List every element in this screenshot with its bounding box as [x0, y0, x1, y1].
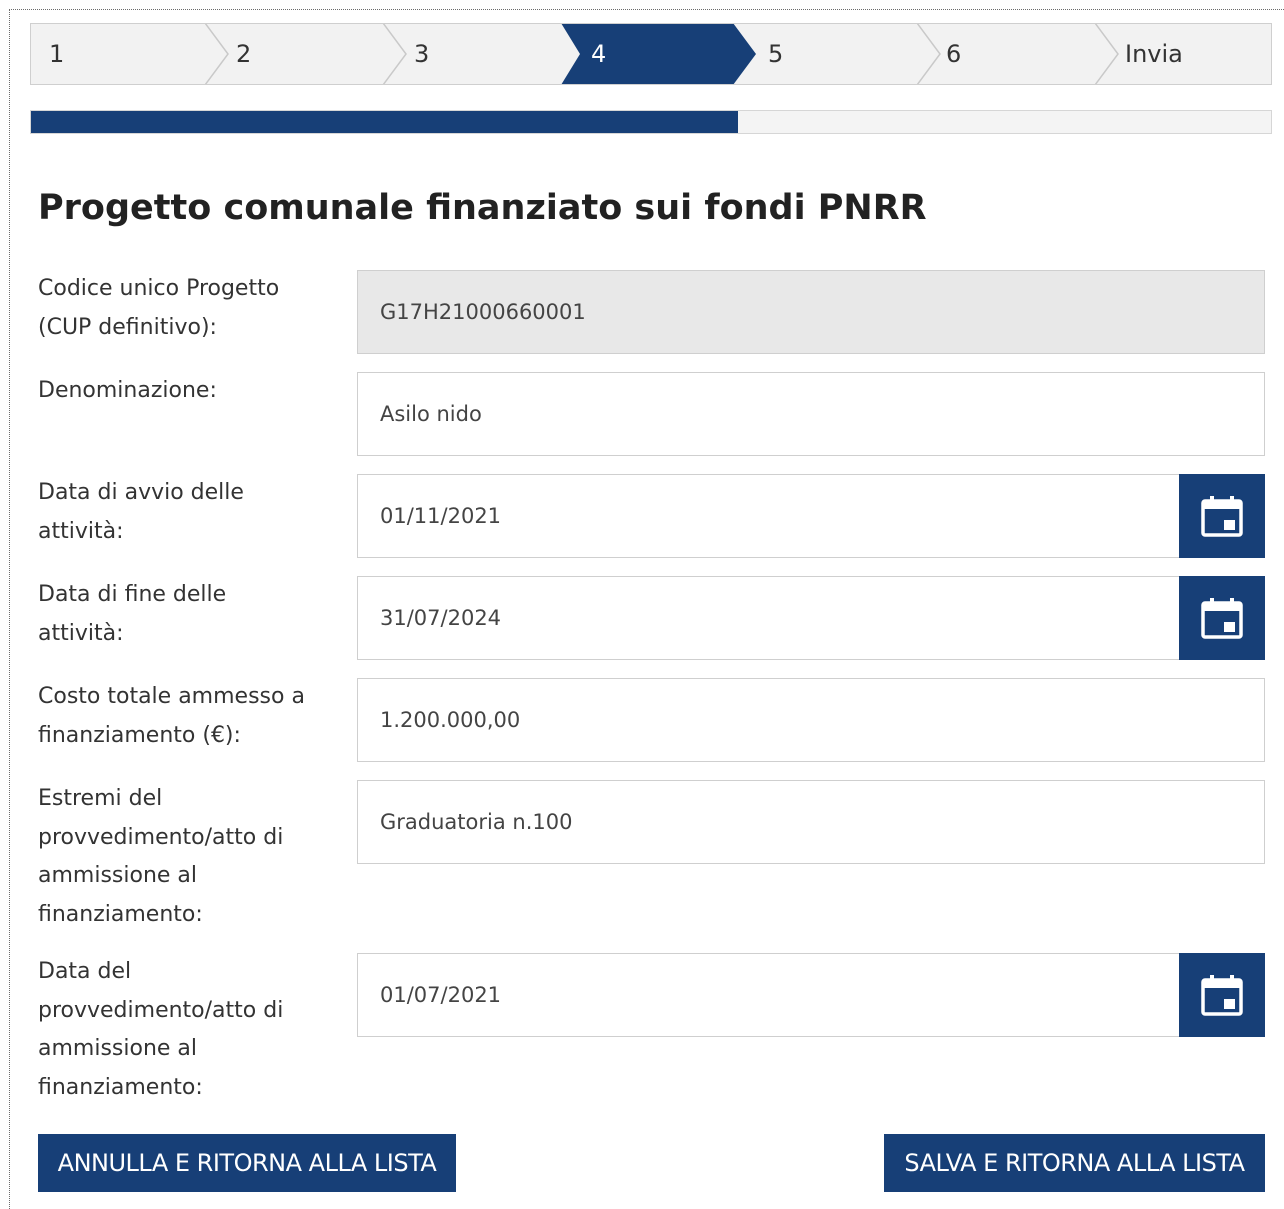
total-cost-field [357, 678, 1265, 762]
start-date-label: Data di avvio delle attività: [38, 480, 244, 544]
total-cost-label: Costo totale ammesso a finanziamento (€)… [38, 684, 305, 748]
step-2[interactable]: 2 [209, 24, 387, 84]
cup-input [358, 271, 1264, 353]
step-4-label: 4 [591, 40, 607, 68]
step-1[interactable]: 1 [31, 24, 209, 84]
act-date-input[interactable] [358, 954, 1180, 1036]
page-title: Progetto comunale finanziato sui fondi P… [38, 188, 927, 228]
step-5[interactable]: 5 [743, 24, 921, 84]
start-date-field [357, 474, 1265, 558]
progress-bar-fill [31, 111, 738, 133]
cup-field [357, 270, 1265, 354]
step-4[interactable]: 4 [565, 24, 743, 84]
step-6-label: 6 [946, 40, 962, 68]
end-date-label: Data di fine delle attività: [38, 582, 227, 646]
step-2-label: 2 [236, 40, 252, 68]
wizard-progress-bar [30, 110, 1272, 134]
calendar-icon [1201, 975, 1243, 1016]
step-1-label: 1 [49, 40, 65, 68]
save-button[interactable]: SALVA E RITORNA ALLA LISTA [884, 1134, 1265, 1192]
end-date-field [357, 576, 1265, 660]
denominazione-input[interactable] [358, 373, 1264, 455]
wizard-stepper: 1 2 3 4 5 6 Invia [30, 23, 1272, 85]
act-date-label: Data del provvedimento/atto di ammission… [38, 959, 284, 1100]
total-cost-input[interactable] [358, 679, 1264, 761]
denominazione-field [357, 372, 1265, 456]
step-5-label: 5 [768, 40, 784, 68]
calendar-icon [1201, 598, 1243, 639]
step-3[interactable]: 3 [387, 24, 565, 84]
step-send-label: Invia [1125, 40, 1183, 68]
start-date-calendar-button[interactable] [1179, 474, 1265, 558]
act-reference-input[interactable] [358, 781, 1264, 863]
step-3-label: 3 [414, 40, 430, 68]
cancel-button[interactable]: ANNULLA E RITORNA ALLA LISTA [38, 1134, 456, 1192]
denominazione-label: Denominazione: [38, 378, 217, 403]
step-send[interactable]: Invia [1099, 24, 1271, 84]
start-date-input[interactable] [358, 475, 1180, 557]
cup-label: Codice unico Progetto (CUP definitivo): [38, 276, 280, 340]
act-reference-field [357, 780, 1265, 864]
act-date-field [357, 953, 1265, 1037]
calendar-icon [1201, 496, 1243, 537]
act-date-calendar-button[interactable] [1179, 953, 1265, 1037]
end-date-input[interactable] [358, 577, 1180, 659]
step-6[interactable]: 6 [921, 24, 1099, 84]
end-date-calendar-button[interactable] [1179, 576, 1265, 660]
act-reference-label: Estremi del provvedimento/atto di ammiss… [38, 786, 284, 927]
